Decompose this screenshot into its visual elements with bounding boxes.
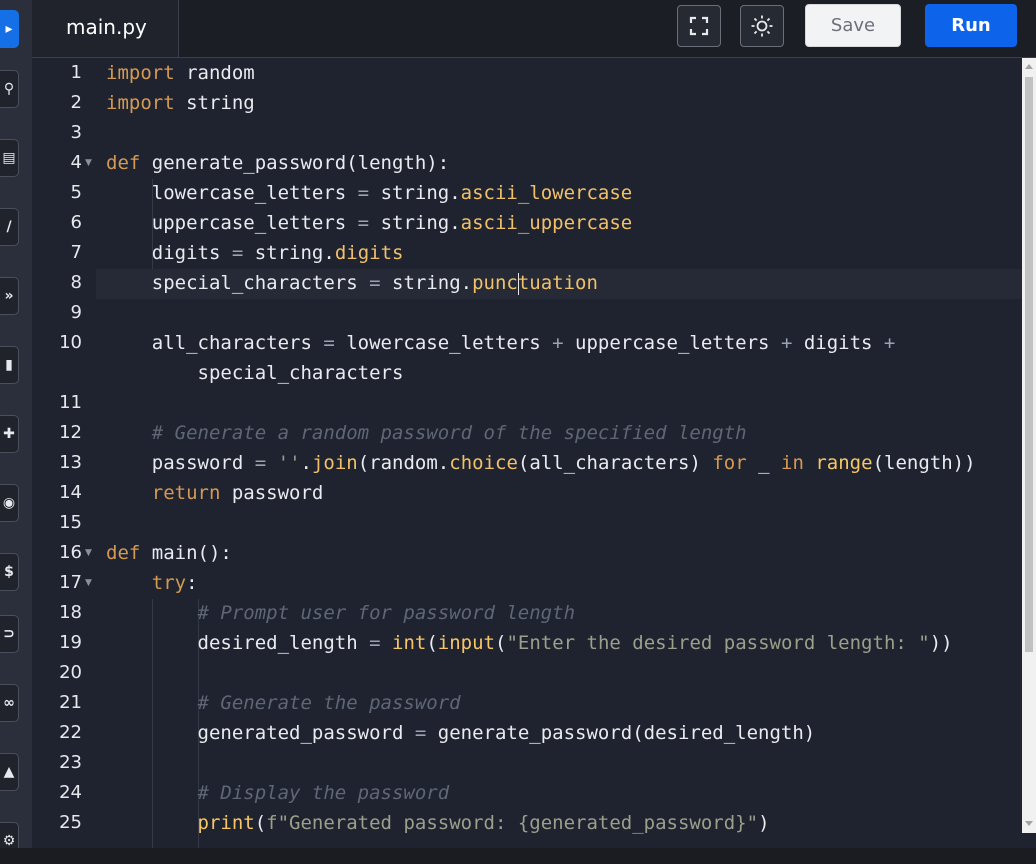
save-button[interactable]: Save xyxy=(805,4,901,47)
theme-toggle-button[interactable] xyxy=(740,5,784,47)
fold-toggle-icon[interactable]: ▼ xyxy=(85,148,92,178)
link-icon[interactable]: ⊃ xyxy=(0,615,19,653)
code-line: special_characters = string.punctuation xyxy=(106,272,598,295)
puzzle-icon[interactable]: ✚ xyxy=(0,415,19,453)
file-tab[interactable]: main.py xyxy=(32,0,179,57)
user-icon[interactable]: ▲ xyxy=(0,753,19,791)
code-line: # Generate a random password of the spec… xyxy=(151,422,747,444)
bottom-bar xyxy=(0,848,1036,864)
active-panel-icon[interactable]: ▸ xyxy=(0,10,19,48)
line-number: 4 xyxy=(70,152,82,173)
edit-icon[interactable]: / xyxy=(0,208,19,246)
code-line: # Prompt user for password length xyxy=(197,602,576,624)
sun-icon xyxy=(751,15,773,37)
code-line: import random xyxy=(106,62,255,84)
line-number: 10 xyxy=(59,332,82,353)
run-button[interactable]: Run xyxy=(925,4,1017,47)
line-number: 14 xyxy=(59,482,82,503)
line-number: 25 xyxy=(59,812,82,833)
line-number: 8 xyxy=(70,272,82,293)
line-number: 3 xyxy=(70,122,82,143)
line-number: 7 xyxy=(70,242,82,263)
line-number: 15 xyxy=(59,512,82,533)
line-number: 11 xyxy=(59,392,82,413)
scroll-down-arrow-icon[interactable] xyxy=(1025,821,1033,826)
code-line: def generate_password(length): xyxy=(106,152,450,174)
code-line: def main(): xyxy=(106,542,232,564)
line-number: 20 xyxy=(59,662,82,683)
code-line: digits = string.digits xyxy=(106,242,404,264)
line-number-gutter: 1 2 3 4 5 6 7 8 9 10 11 12 13 14 15 16 1… xyxy=(32,58,96,848)
dollar-icon[interactable]: $ xyxy=(0,553,19,591)
editor-toolbar: main.py Save Run xyxy=(32,0,1036,58)
fullscreen-button[interactable] xyxy=(677,5,721,47)
code-line: generated_password = generate_password(d… xyxy=(106,722,816,744)
side-icon-strip: ▸ ⚲ ▤ / » ▮ ✚ ◉ $ ⊃ ∞ ▲ ⚙ xyxy=(0,0,33,864)
code-line: import string xyxy=(106,92,255,114)
arrow-icon[interactable]: » xyxy=(0,277,19,315)
code-line: print(f"Generated password: {generated_p… xyxy=(197,812,770,834)
line-number: 19 xyxy=(59,632,82,653)
code-line: password = ''.join(random.choice(all_cha… xyxy=(106,452,976,474)
line-number: 5 xyxy=(70,182,82,203)
code-line: uppercase_letters = string.ascii_upperca… xyxy=(106,212,633,234)
line-number: 24 xyxy=(59,782,82,803)
code-line: # Display the password xyxy=(197,782,450,804)
scrollbar-thumb[interactable] xyxy=(1025,77,1033,652)
line-number: 22 xyxy=(59,722,82,743)
line-number: 12 xyxy=(59,422,82,443)
line-number: 9 xyxy=(70,302,82,323)
code-icon[interactable]: ◉ xyxy=(0,484,19,522)
code-line: desired_length = int(input("Enter the de… xyxy=(106,632,953,654)
code-editor[interactable]: 1 2 3 4 5 6 7 8 9 10 11 12 13 14 15 16 1… xyxy=(32,58,1036,848)
fold-toggle-icon[interactable]: ▼ xyxy=(85,538,92,568)
line-number: 18 xyxy=(59,602,82,623)
line-number: 13 xyxy=(59,452,82,473)
scroll-up-arrow-icon[interactable] xyxy=(1025,64,1033,69)
line-number: 1 xyxy=(70,62,82,83)
line-number: 2 xyxy=(70,92,82,113)
line-number: 23 xyxy=(59,752,82,773)
fold-toggle-icon[interactable]: ▼ xyxy=(85,568,92,598)
snippet-icon[interactable]: ∞ xyxy=(0,684,19,722)
bookmark-icon[interactable]: ▮ xyxy=(0,346,19,384)
code-line: all_characters = lowercase_letters + upp… xyxy=(106,332,896,354)
vertical-scrollbar[interactable] xyxy=(1022,58,1036,833)
line-number: 21 xyxy=(59,692,82,713)
code-line: special_characters xyxy=(106,362,404,384)
line-number: 6 xyxy=(70,212,82,233)
line-number: 16 xyxy=(59,542,82,563)
code-line: try: xyxy=(151,572,198,594)
code-line: return password xyxy=(151,482,324,504)
notebook-icon[interactable]: ▤ xyxy=(0,139,19,177)
code-line: lowercase_letters = string.ascii_lowerca… xyxy=(106,182,633,204)
line-number: 17 xyxy=(59,572,82,593)
code-line: # Generate the password xyxy=(197,692,461,714)
file-tab-label: main.py xyxy=(66,15,147,39)
fullscreen-icon xyxy=(689,16,709,36)
search-icon[interactable]: ⚲ xyxy=(0,70,19,108)
